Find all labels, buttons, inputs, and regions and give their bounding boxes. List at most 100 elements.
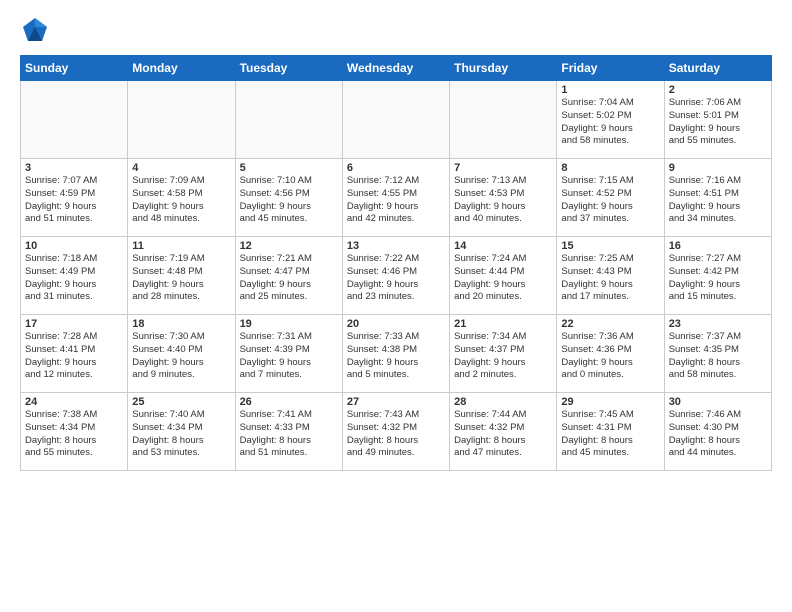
calendar-cell: 18Sunrise: 7:30 AM Sunset: 4:40 PM Dayli… <box>128 315 235 393</box>
day-info: Sunrise: 7:45 AM Sunset: 4:31 PM Dayligh… <box>561 409 659 460</box>
day-number: 6 <box>347 162 445 174</box>
calendar-cell: 21Sunrise: 7:34 AM Sunset: 4:37 PM Dayli… <box>450 315 557 393</box>
day-info: Sunrise: 7:16 AM Sunset: 4:51 PM Dayligh… <box>669 175 767 226</box>
day-info: Sunrise: 7:33 AM Sunset: 4:38 PM Dayligh… <box>347 331 445 382</box>
day-number: 9 <box>669 162 767 174</box>
day-number: 14 <box>454 240 552 252</box>
calendar-cell: 23Sunrise: 7:37 AM Sunset: 4:35 PM Dayli… <box>664 315 771 393</box>
day-number: 17 <box>25 318 123 330</box>
day-number: 4 <box>132 162 230 174</box>
day-number: 23 <box>669 318 767 330</box>
day-info: Sunrise: 7:19 AM Sunset: 4:48 PM Dayligh… <box>132 253 230 304</box>
calendar-header-row: SundayMondayTuesdayWednesdayThursdayFrid… <box>21 56 772 81</box>
calendar-cell: 20Sunrise: 7:33 AM Sunset: 4:38 PM Dayli… <box>342 315 449 393</box>
calendar-cell: 12Sunrise: 7:21 AM Sunset: 4:47 PM Dayli… <box>235 237 342 315</box>
day-number: 7 <box>454 162 552 174</box>
calendar-cell: 13Sunrise: 7:22 AM Sunset: 4:46 PM Dayli… <box>342 237 449 315</box>
day-info: Sunrise: 7:34 AM Sunset: 4:37 PM Dayligh… <box>454 331 552 382</box>
calendar-cell: 22Sunrise: 7:36 AM Sunset: 4:36 PM Dayli… <box>557 315 664 393</box>
weekday-header: Tuesday <box>235 56 342 81</box>
day-number: 15 <box>561 240 659 252</box>
calendar-table: SundayMondayTuesdayWednesdayThursdayFrid… <box>20 55 772 471</box>
day-info: Sunrise: 7:12 AM Sunset: 4:55 PM Dayligh… <box>347 175 445 226</box>
calendar-cell: 1Sunrise: 7:04 AM Sunset: 5:02 PM Daylig… <box>557 81 664 159</box>
calendar-week-row: 17Sunrise: 7:28 AM Sunset: 4:41 PM Dayli… <box>21 315 772 393</box>
header <box>20 15 772 45</box>
day-number: 13 <box>347 240 445 252</box>
day-number: 24 <box>25 396 123 408</box>
calendar-cell <box>450 81 557 159</box>
day-number: 8 <box>561 162 659 174</box>
calendar-cell: 25Sunrise: 7:40 AM Sunset: 4:34 PM Dayli… <box>128 393 235 471</box>
day-info: Sunrise: 7:36 AM Sunset: 4:36 PM Dayligh… <box>561 331 659 382</box>
day-info: Sunrise: 7:07 AM Sunset: 4:59 PM Dayligh… <box>25 175 123 226</box>
day-info: Sunrise: 7:24 AM Sunset: 4:44 PM Dayligh… <box>454 253 552 304</box>
day-info: Sunrise: 7:27 AM Sunset: 4:42 PM Dayligh… <box>669 253 767 304</box>
day-number: 20 <box>347 318 445 330</box>
calendar-cell <box>235 81 342 159</box>
calendar-cell <box>128 81 235 159</box>
weekday-header: Saturday <box>664 56 771 81</box>
day-info: Sunrise: 7:13 AM Sunset: 4:53 PM Dayligh… <box>454 175 552 226</box>
calendar-cell <box>342 81 449 159</box>
day-number: 10 <box>25 240 123 252</box>
calendar-cell: 10Sunrise: 7:18 AM Sunset: 4:49 PM Dayli… <box>21 237 128 315</box>
calendar-week-row: 10Sunrise: 7:18 AM Sunset: 4:49 PM Dayli… <box>21 237 772 315</box>
calendar-cell: 24Sunrise: 7:38 AM Sunset: 4:34 PM Dayli… <box>21 393 128 471</box>
day-number: 1 <box>561 84 659 96</box>
calendar-cell: 4Sunrise: 7:09 AM Sunset: 4:58 PM Daylig… <box>128 159 235 237</box>
calendar-cell: 2Sunrise: 7:06 AM Sunset: 5:01 PM Daylig… <box>664 81 771 159</box>
day-info: Sunrise: 7:38 AM Sunset: 4:34 PM Dayligh… <box>25 409 123 460</box>
calendar-cell: 3Sunrise: 7:07 AM Sunset: 4:59 PM Daylig… <box>21 159 128 237</box>
calendar-cell: 11Sunrise: 7:19 AM Sunset: 4:48 PM Dayli… <box>128 237 235 315</box>
day-info: Sunrise: 7:25 AM Sunset: 4:43 PM Dayligh… <box>561 253 659 304</box>
day-number: 26 <box>240 396 338 408</box>
day-number: 12 <box>240 240 338 252</box>
day-number: 30 <box>669 396 767 408</box>
day-info: Sunrise: 7:15 AM Sunset: 4:52 PM Dayligh… <box>561 175 659 226</box>
day-info: Sunrise: 7:18 AM Sunset: 4:49 PM Dayligh… <box>25 253 123 304</box>
day-info: Sunrise: 7:21 AM Sunset: 4:47 PM Dayligh… <box>240 253 338 304</box>
weekday-header: Friday <box>557 56 664 81</box>
day-number: 3 <box>25 162 123 174</box>
day-number: 21 <box>454 318 552 330</box>
calendar-cell: 8Sunrise: 7:15 AM Sunset: 4:52 PM Daylig… <box>557 159 664 237</box>
logo <box>20 15 54 45</box>
weekday-header: Wednesday <box>342 56 449 81</box>
day-info: Sunrise: 7:22 AM Sunset: 4:46 PM Dayligh… <box>347 253 445 304</box>
weekday-header: Sunday <box>21 56 128 81</box>
calendar-week-row: 24Sunrise: 7:38 AM Sunset: 4:34 PM Dayli… <box>21 393 772 471</box>
day-number: 2 <box>669 84 767 96</box>
calendar-cell: 7Sunrise: 7:13 AM Sunset: 4:53 PM Daylig… <box>450 159 557 237</box>
calendar-cell: 5Sunrise: 7:10 AM Sunset: 4:56 PM Daylig… <box>235 159 342 237</box>
calendar-cell <box>21 81 128 159</box>
calendar-cell: 29Sunrise: 7:45 AM Sunset: 4:31 PM Dayli… <box>557 393 664 471</box>
calendar-cell: 9Sunrise: 7:16 AM Sunset: 4:51 PM Daylig… <box>664 159 771 237</box>
calendar-week-row: 3Sunrise: 7:07 AM Sunset: 4:59 PM Daylig… <box>21 159 772 237</box>
calendar-week-row: 1Sunrise: 7:04 AM Sunset: 5:02 PM Daylig… <box>21 81 772 159</box>
day-info: Sunrise: 7:41 AM Sunset: 4:33 PM Dayligh… <box>240 409 338 460</box>
page: SundayMondayTuesdayWednesdayThursdayFrid… <box>0 0 792 612</box>
calendar-cell: 28Sunrise: 7:44 AM Sunset: 4:32 PM Dayli… <box>450 393 557 471</box>
day-info: Sunrise: 7:43 AM Sunset: 4:32 PM Dayligh… <box>347 409 445 460</box>
day-number: 18 <box>132 318 230 330</box>
day-info: Sunrise: 7:10 AM Sunset: 4:56 PM Dayligh… <box>240 175 338 226</box>
day-info: Sunrise: 7:46 AM Sunset: 4:30 PM Dayligh… <box>669 409 767 460</box>
day-number: 16 <box>669 240 767 252</box>
weekday-header: Thursday <box>450 56 557 81</box>
day-info: Sunrise: 7:30 AM Sunset: 4:40 PM Dayligh… <box>132 331 230 382</box>
day-number: 27 <box>347 396 445 408</box>
day-number: 29 <box>561 396 659 408</box>
calendar-cell: 26Sunrise: 7:41 AM Sunset: 4:33 PM Dayli… <box>235 393 342 471</box>
day-number: 28 <box>454 396 552 408</box>
day-info: Sunrise: 7:09 AM Sunset: 4:58 PM Dayligh… <box>132 175 230 226</box>
calendar-cell: 17Sunrise: 7:28 AM Sunset: 4:41 PM Dayli… <box>21 315 128 393</box>
day-info: Sunrise: 7:31 AM Sunset: 4:39 PM Dayligh… <box>240 331 338 382</box>
weekday-header: Monday <box>128 56 235 81</box>
calendar-cell: 16Sunrise: 7:27 AM Sunset: 4:42 PM Dayli… <box>664 237 771 315</box>
day-info: Sunrise: 7:06 AM Sunset: 5:01 PM Dayligh… <box>669 97 767 148</box>
day-number: 19 <box>240 318 338 330</box>
calendar-cell: 15Sunrise: 7:25 AM Sunset: 4:43 PM Dayli… <box>557 237 664 315</box>
day-number: 22 <box>561 318 659 330</box>
calendar-cell: 30Sunrise: 7:46 AM Sunset: 4:30 PM Dayli… <box>664 393 771 471</box>
